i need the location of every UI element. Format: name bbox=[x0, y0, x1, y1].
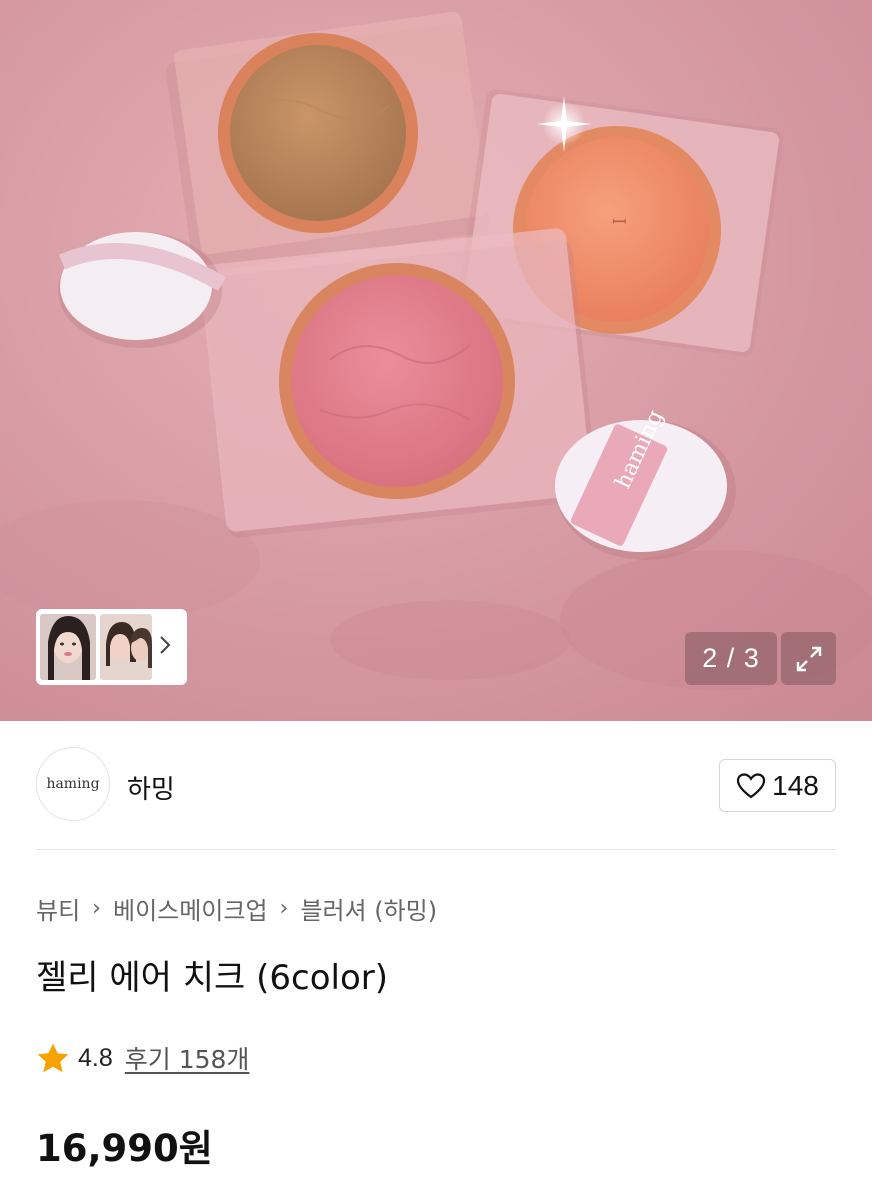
product-price: 16,990원 bbox=[36, 1127, 213, 1170]
image-counter: 2 / 3 bbox=[685, 632, 777, 685]
expand-icon bbox=[796, 646, 821, 671]
puff-left bbox=[58, 232, 227, 348]
svg-text:ꟷ: ꟷ bbox=[612, 212, 627, 233]
like-button[interactable]: 148 bbox=[719, 759, 836, 812]
product-title: 젤리 에어 치크 (6color) bbox=[36, 958, 388, 998]
chevron-right-icon: › bbox=[279, 895, 289, 921]
breadcrumb: 뷰티 › 베이스메이크업 › 블러셔 (하밍) bbox=[36, 890, 437, 926]
brand-name[interactable]: 하밍 bbox=[127, 769, 175, 806]
star-icon bbox=[37, 1043, 69, 1073]
breadcrumb-item-blusher[interactable]: 블러셔 (하밍) bbox=[300, 891, 437, 926]
chevron-right-icon bbox=[158, 634, 172, 661]
review-photo-thumbnails[interactable] bbox=[36, 609, 187, 685]
product-image-gallery[interactable]: ꟷ haming 2 / 3 bbox=[0, 0, 872, 721]
heart-icon bbox=[737, 772, 766, 798]
breadcrumb-item-beauty[interactable]: 뷰티 bbox=[36, 891, 80, 926]
like-count: 148 bbox=[772, 769, 819, 801]
rating-row: 4.8 후기 158개 bbox=[36, 1038, 249, 1078]
fullscreen-button[interactable] bbox=[781, 632, 836, 685]
compact-rose bbox=[199, 228, 598, 538]
divider bbox=[36, 849, 836, 850]
thumbnail-model-1[interactable] bbox=[40, 614, 96, 680]
compact-bronze bbox=[166, 11, 490, 273]
review-count-link[interactable]: 후기 158개 bbox=[125, 1040, 250, 1076]
thumbnail-model-2[interactable] bbox=[100, 614, 152, 680]
chevron-right-icon: › bbox=[92, 895, 101, 921]
brand-logo[interactable]: haming bbox=[36, 747, 110, 821]
rating-value: 4.8 bbox=[78, 1043, 113, 1072]
breadcrumb-item-base-makeup[interactable]: 베이스메이크업 bbox=[113, 891, 268, 926]
brand-row: haming 하밍 148 bbox=[36, 747, 836, 823]
